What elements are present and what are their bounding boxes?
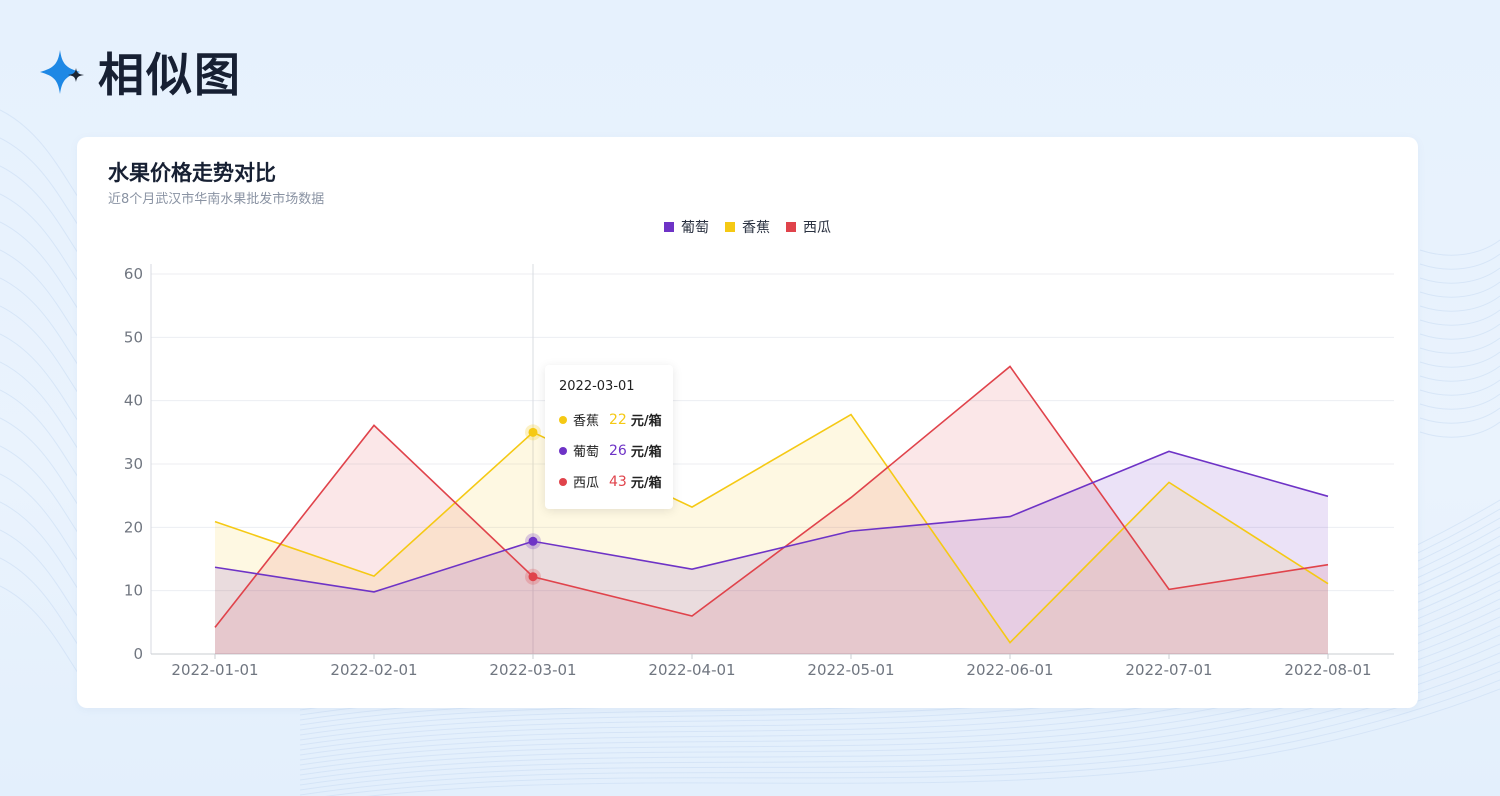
y-tick-label: 10: [124, 582, 143, 600]
tooltip-unit-watermelon: 元/箱: [630, 476, 662, 491]
x-tick-label: 2022-04-01: [648, 661, 735, 679]
data-point-banana: [528, 427, 538, 437]
x-tick-label: 2022-07-01: [1125, 661, 1212, 679]
x-tick-label: 2022-06-01: [966, 661, 1053, 679]
y-tick-label: 40: [124, 392, 143, 410]
tooltip-dot-banana: [559, 415, 567, 424]
tooltip-name-watermelon: 西瓜: [573, 476, 600, 491]
tooltip-unit-banana: 元/箱: [630, 414, 662, 429]
tooltip-name-grape: 葡萄: [573, 445, 600, 460]
tooltip-dot-watermelon: [559, 477, 567, 486]
page-title: 相似图: [98, 48, 242, 102]
tooltip-dot-grape: [559, 446, 567, 455]
tooltip-value-grape: 26: [609, 442, 627, 459]
tooltip-name-banana: 香蕉: [573, 414, 600, 429]
tooltip-unit-grape: 元/箱: [630, 445, 662, 460]
x-tick-label: 2022-05-01: [807, 661, 894, 679]
line-area-chart[interactable]: 0 10 20 30 40 50 60 2022-01-01 2022-02-01 2022-03…: [77, 137, 1418, 708]
y-tick-label: 60: [124, 265, 143, 283]
y-tick-label: 20: [124, 518, 143, 536]
y-tick-label: 0: [133, 645, 143, 663]
page-header: 相似图: [38, 40, 242, 104]
chart-card: 水果价格走势对比 近8个月武汉市华南水果批发市场数据 葡萄 香蕉 西瓜 0 10 2…: [77, 137, 1418, 708]
x-tick-label: 2022-08-01: [1284, 661, 1371, 679]
tooltip-value-watermelon: 43: [609, 473, 627, 490]
data-point-watermelon: [528, 572, 538, 582]
x-tick-label: 2022-01-01: [171, 661, 258, 679]
x-tick-label: 2022-03-01: [489, 661, 576, 679]
tooltip-value-banana: 22: [609, 411, 627, 428]
y-tick-label: 50: [124, 328, 143, 346]
tooltip-row-banana: 香蕉 22 元/箱: [559, 410, 662, 429]
tooltip-row-watermelon: 西瓜 43 元/箱: [559, 472, 662, 491]
x-tick-label: 2022-02-01: [330, 661, 417, 679]
y-tick-label: 30: [124, 455, 143, 473]
four-point-star-icon: [38, 48, 86, 96]
chart-tooltip: 2022-03-01 香蕉 22 元/箱 葡萄 26 元/箱 西瓜 43 元/箱: [545, 365, 673, 509]
tooltip-date: 2022-03-01: [559, 379, 635, 394]
data-point-grape: [528, 536, 538, 546]
tooltip-row-grape: 葡萄 26 元/箱: [559, 441, 662, 460]
